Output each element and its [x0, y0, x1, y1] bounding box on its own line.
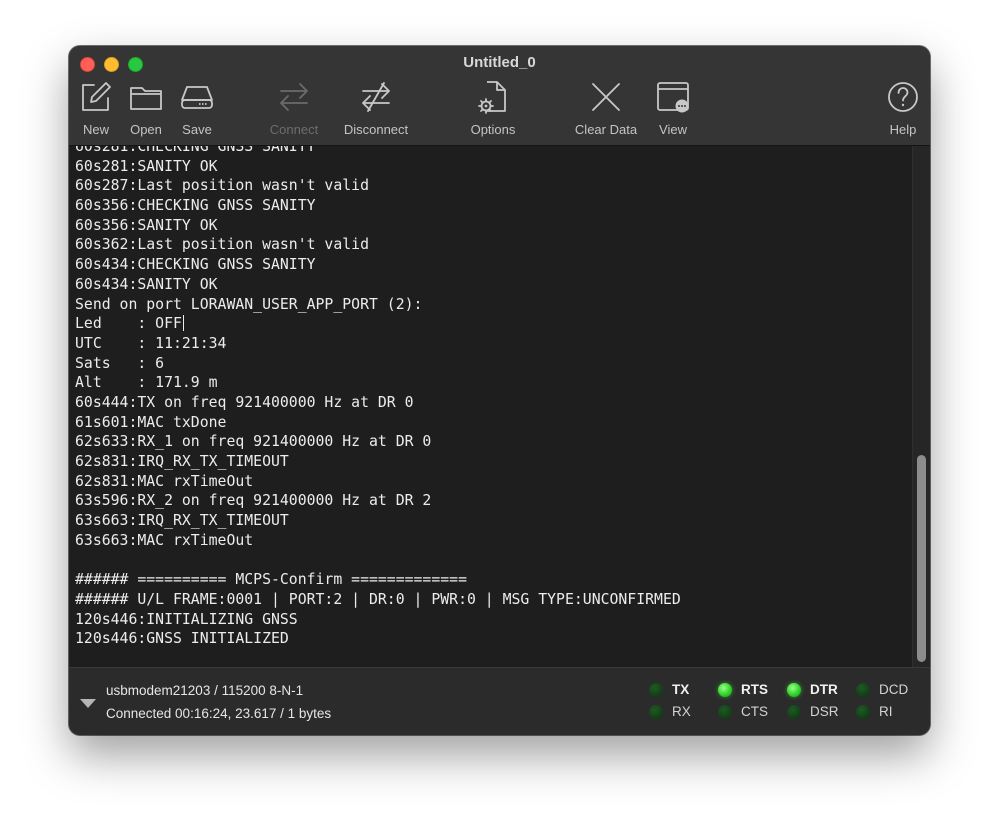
title-bar: Untitled_0 New Open Save Connect Disconn…: [69, 46, 930, 146]
terminal-line: 63s663:MAC rxTimeOut: [75, 531, 254, 549]
signal-label-rts: RTS: [741, 682, 768, 697]
terminal-line: 62s831:MAC rxTimeOut: [75, 472, 254, 490]
led-rts: [718, 683, 732, 697]
terminal-line: 60s356:CHECKING GNSS SANITY: [75, 197, 316, 215]
window-view-icon: [657, 82, 689, 113]
led-rx: [649, 705, 663, 719]
connect-label: Connect: [269, 122, 319, 137]
signal-label-ri: RI: [879, 704, 893, 719]
signal-label-tx: TX: [672, 682, 690, 697]
terminal-line: 60s281:SANITY OK: [75, 157, 218, 175]
save-label: Save: [182, 122, 212, 137]
terminal-line: 60s287:Last position wasn't valid: [75, 177, 369, 195]
help-label: Help: [889, 122, 917, 137]
terminal-line: 60s434:CHECKING GNSS SANITY: [75, 256, 316, 274]
clear-data-button[interactable]: Clear Data: [572, 80, 640, 142]
options-button[interactable]: Options: [465, 80, 521, 142]
scrollbar-thumb[interactable]: [917, 455, 926, 662]
signal-label-rx: RX: [672, 704, 691, 719]
terminal-line: 63s663:IRQ_RX_TX_TIMEOUT: [75, 512, 289, 530]
terminal-line: ###### U/L FRAME:0001 | PORT:2 | DR:0 | …: [75, 590, 681, 608]
options-label: Options: [470, 122, 516, 137]
terminal-line: Alt : 171.9 m: [75, 374, 218, 392]
open-button[interactable]: Open: [129, 80, 163, 142]
terminal-line: ###### ========== MCPS-Confirm =========…: [75, 571, 467, 589]
terminal-line: 120s446:GNSS INITIALIZED: [75, 630, 289, 648]
terminal-lines: 60s281:CHECKING GNSS SANITY 60s281:SANITY…: [75, 146, 681, 649]
led-dcd: [856, 683, 870, 697]
terminal-line: 63s596:RX_2 on freq 921400000 Hz at DR 2: [75, 492, 432, 510]
signal-label-dcd: DCD: [879, 682, 909, 697]
led-cts: [718, 705, 732, 719]
drive-icon: [181, 86, 213, 109]
signal-label-dsr: DSR: [810, 704, 839, 719]
status-bar: usbmodem21203 / 115200 8-N-1 Connected 0…: [69, 667, 930, 735]
terminal-line: Led : OFF: [75, 315, 184, 333]
save-button[interactable]: Save: [180, 80, 214, 142]
close-x-icon: [592, 83, 620, 111]
port-settings: usbmodem21203 / 115200 8-N-1: [106, 683, 304, 698]
view-button[interactable]: View: [656, 80, 690, 142]
signal-label-dtr: DTR: [810, 682, 838, 697]
open-label: Open: [130, 122, 162, 137]
help-button[interactable]: Help: [886, 80, 920, 142]
app-window: Untitled_0 New Open Save Connect Disconn…: [69, 46, 930, 735]
connect-button[interactable]: Connect: [265, 80, 323, 142]
disconnect-arrows-icon: [362, 82, 390, 112]
led-dsr: [787, 705, 801, 719]
terminal-line: 60s362:Last position wasn't valid: [75, 236, 369, 254]
terminal-line: UTC : 11:21:34: [75, 334, 227, 352]
terminal-line: 62s633:RX_1 on freq 921400000 Hz at DR 0: [75, 433, 432, 451]
clear-data-label: Clear Data: [574, 122, 638, 137]
window-title: Untitled_0: [463, 54, 536, 71]
signal-label-cts: CTS: [741, 704, 768, 719]
terminal-line: Sats : 6: [75, 354, 165, 372]
terminal-line: 60s444:TX on freq 921400000 Hz at DR 0: [75, 393, 414, 411]
led-tx: [649, 683, 663, 697]
terminal-line: 60s356:SANITY OK: [75, 216, 218, 234]
terminal-line: 61s601:MAC txDone: [75, 413, 227, 431]
terminal-line: Send on port LORAWAN_USER_APP_PORT (2):: [75, 295, 423, 313]
document-gear-icon: [478, 81, 506, 114]
terminal-line: 120s446:INITIALIZING GNSS: [75, 610, 298, 628]
led-dtr: [787, 683, 801, 697]
terminal-output[interactable]: 60s281:CHECKING GNSS SANITY 60s281:SANITY…: [69, 146, 912, 667]
terminal-line: 60s434:SANITY OK: [75, 275, 218, 293]
terminal-line: 62s831:IRQ_RX_TX_TIMEOUT: [75, 453, 289, 470]
disconnect-button[interactable]: Disconnect: [338, 80, 414, 142]
new-button[interactable]: New: [79, 80, 113, 142]
connect-arrows-icon: [280, 83, 308, 111]
text-cursor: [182, 315, 184, 332]
terminal-scrollbar[interactable]: [912, 146, 930, 667]
terminal-line: 60s281:CHECKING GNSS SANITY: [75, 146, 316, 155]
disclosure-triangle-icon[interactable]: [80, 699, 96, 708]
disconnect-label: Disconnect: [343, 122, 409, 137]
new-document-icon: [82, 82, 111, 111]
connection-status: Connected 00:16:24, 23.617 / 1 bytes: [106, 706, 332, 721]
new-label: New: [82, 122, 109, 137]
led-ri: [856, 705, 870, 719]
folder-icon: [130, 87, 162, 110]
view-label: View: [659, 122, 687, 137]
help-icon: [888, 82, 918, 112]
